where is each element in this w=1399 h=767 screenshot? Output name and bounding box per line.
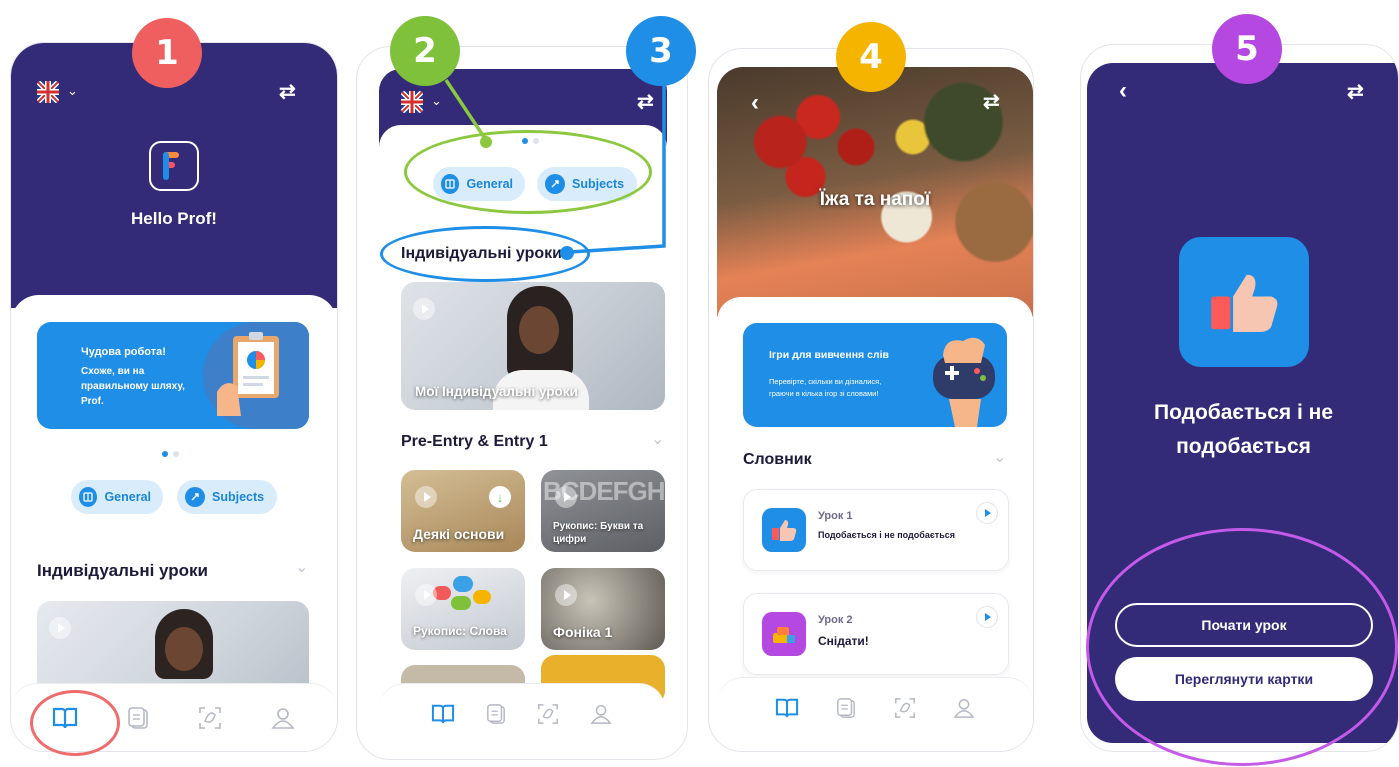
- lesson-name: Снідати!: [818, 634, 869, 648]
- lesson-row[interactable]: Урок 2 Снідати!: [743, 593, 1009, 675]
- flashcards-icon[interactable]: [832, 694, 860, 722]
- step-badge-5: 5: [1212, 14, 1282, 84]
- step-badge-1: 1: [132, 18, 202, 88]
- section-title: Словник: [743, 451, 812, 468]
- step-badge-2: 2: [390, 16, 460, 86]
- swap-arrows-icon[interactable]: ⇄: [983, 89, 1000, 114]
- chevron-down-icon[interactable]: ⌄: [993, 447, 1006, 467]
- step-badge-4: 4: [836, 22, 906, 92]
- food-hero-image: ‹ ⇄ Їжа та напої: [717, 67, 1033, 317]
- lesson-name: Подобається і не подобається: [818, 530, 955, 540]
- gamepad-illustration: [919, 333, 1007, 427]
- play-circle-icon[interactable]: [976, 606, 998, 628]
- lesson-title-line: подобається: [1176, 435, 1311, 458]
- step-badge-3: 3: [626, 16, 696, 86]
- buttons-highlight-oval: [1086, 528, 1398, 766]
- scan-icon[interactable]: [891, 694, 919, 722]
- lesson-label: Урок 1: [818, 510, 853, 522]
- swap-arrows-icon[interactable]: ⇄: [1347, 79, 1364, 104]
- section-title-highlight-oval: [380, 226, 590, 282]
- lesson-label: Урок 2: [818, 614, 853, 626]
- breakfast-icon: [762, 612, 806, 656]
- banner-title: Ігри для вивчення слів: [769, 349, 889, 361]
- bottom-nav: [717, 677, 1033, 737]
- lesson-title-line: Подобається і не: [1153, 401, 1334, 424]
- profile-icon[interactable]: [950, 694, 978, 722]
- phone-screen-3: ‹ ⇄ Їжа та напої Ігри для вивчення слів …: [708, 48, 1034, 752]
- lesson-row[interactable]: Урок 1 Подобається і не подобається: [743, 489, 1009, 571]
- lesson-thumbs-up-icon: [1179, 237, 1309, 367]
- banner-line: граючи в кілька ігор зі словами!: [769, 389, 879, 398]
- word-games-banner[interactable]: Ігри для вивчення слів Перевірте, скільк…: [743, 323, 1007, 427]
- thumbs-up-icon: [762, 508, 806, 552]
- play-circle-icon[interactable]: [976, 502, 998, 524]
- screen-title: Їжа та напої: [819, 189, 931, 210]
- lessons-book-icon[interactable]: [773, 694, 801, 722]
- back-chevron-icon[interactable]: ‹: [1119, 77, 1127, 105]
- banner-line: Перевірте, скільки ви дізналися,: [769, 377, 882, 386]
- back-chevron-icon[interactable]: ‹: [751, 89, 759, 117]
